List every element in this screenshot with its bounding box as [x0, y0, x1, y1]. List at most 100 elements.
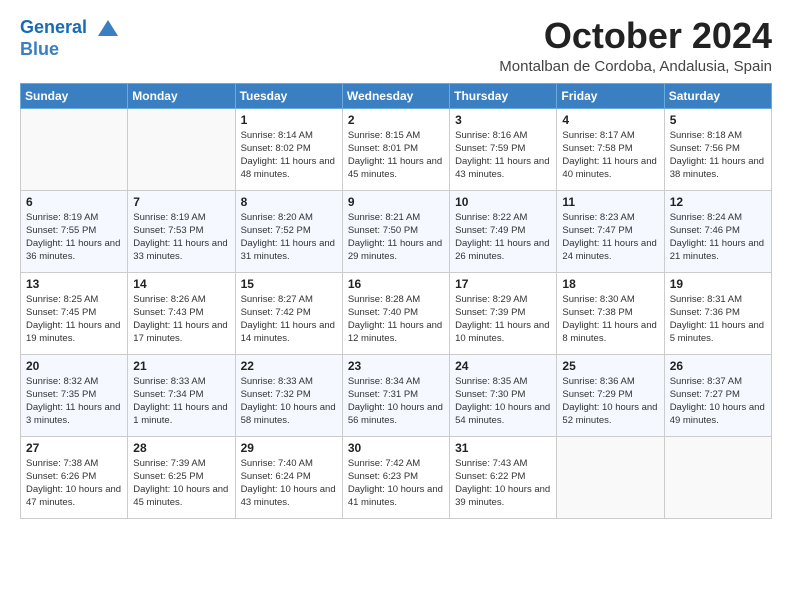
calendar-cell: 12 Sunrise: 8:24 AM Sunset: 7:46 PM Dayli…	[664, 190, 771, 272]
calendar-cell	[128, 108, 235, 190]
day-number: 10	[455, 195, 551, 209]
calendar-cell: 7 Sunrise: 8:19 AM Sunset: 7:53 PM Daylig…	[128, 190, 235, 272]
calendar-cell: 13Sunrise: 8:25 AM Sunset: 7:45 PM Dayli…	[21, 272, 128, 354]
day-info: Sunrise: 8:15 AM Sunset: 8:01 PM Dayligh…	[348, 129, 444, 182]
day-info: Sunrise: 8:17 AM Sunset: 7:58 PM Dayligh…	[562, 129, 658, 182]
calendar-cell: 8 Sunrise: 8:20 AM Sunset: 7:52 PM Daylig…	[235, 190, 342, 272]
calendar-cell: 25 Sunrise: 8:36 AM Sunset: 7:29 PM Dayli…	[557, 354, 664, 436]
day-number: 18	[562, 277, 658, 291]
day-number: 14	[133, 277, 229, 291]
day-number: 9	[348, 195, 444, 209]
day-number: 3	[455, 113, 551, 127]
day-number: 1	[241, 113, 337, 127]
col-header-tuesday: Tuesday	[235, 83, 342, 108]
day-info: Sunrise: 7:40 AM Sunset: 6:24 PM Dayligh…	[241, 457, 337, 510]
calendar-cell	[664, 436, 771, 518]
day-info: Sunrise: 8:24 AM Sunset: 7:46 PM Dayligh…	[670, 211, 766, 264]
calendar-cell: 26 Sunrise: 8:37 AM Sunset: 7:27 PM Dayli…	[664, 354, 771, 436]
day-number: 8	[241, 195, 337, 209]
day-number: 11	[562, 195, 658, 209]
day-number: 21	[133, 359, 229, 373]
day-number: 13	[26, 277, 122, 291]
day-info: Sunrise: 8:34 AM Sunset: 7:31 PM Dayligh…	[348, 375, 444, 428]
day-number: 5	[670, 113, 766, 127]
calendar-cell: 29 Sunrise: 7:40 AM Sunset: 6:24 PM Dayli…	[235, 436, 342, 518]
day-number: 16	[348, 277, 444, 291]
day-info: Sunrise: 8:23 AM Sunset: 7:47 PM Dayligh…	[562, 211, 658, 264]
day-number: 2	[348, 113, 444, 127]
day-number: 20	[26, 359, 122, 373]
day-info: Sunrise: 8:37 AM Sunset: 7:27 PM Dayligh…	[670, 375, 766, 428]
day-info: Sunrise: 8:32 AM Sunset: 7:35 PM Dayligh…	[26, 375, 122, 428]
day-info: Sunrise: 8:26 AM Sunset: 7:43 PM Dayligh…	[133, 293, 229, 346]
day-info: Sunrise: 8:31 AM Sunset: 7:36 PM Dayligh…	[670, 293, 766, 346]
col-header-monday: Monday	[128, 83, 235, 108]
day-info: Sunrise: 8:33 AM Sunset: 7:34 PM Dayligh…	[133, 375, 229, 428]
calendar-cell: 9 Sunrise: 8:21 AM Sunset: 7:50 PM Daylig…	[342, 190, 449, 272]
day-number: 22	[241, 359, 337, 373]
day-info: Sunrise: 8:21 AM Sunset: 7:50 PM Dayligh…	[348, 211, 444, 264]
calendar-cell: 19 Sunrise: 8:31 AM Sunset: 7:36 PM Dayli…	[664, 272, 771, 354]
month-title: October 2024	[499, 16, 772, 56]
day-number: 19	[670, 277, 766, 291]
day-number: 4	[562, 113, 658, 127]
day-info: Sunrise: 8:20 AM Sunset: 7:52 PM Dayligh…	[241, 211, 337, 264]
calendar-cell: 22Sunrise: 8:33 AM Sunset: 7:32 PM Dayli…	[235, 354, 342, 436]
calendar-cell: 5Sunrise: 8:18 AM Sunset: 7:56 PM Daylig…	[664, 108, 771, 190]
day-number: 7	[133, 195, 229, 209]
calendar-cell: 31 Sunrise: 7:43 AM Sunset: 6:22 PM Dayli…	[450, 436, 557, 518]
day-info: Sunrise: 8:30 AM Sunset: 7:38 PM Dayligh…	[562, 293, 658, 346]
calendar-cell: 1 Sunrise: 8:14 AM Sunset: 8:02 PM Daylig…	[235, 108, 342, 190]
calendar-cell: 16 Sunrise: 8:28 AM Sunset: 7:40 PM Dayli…	[342, 272, 449, 354]
day-info: Sunrise: 8:19 AM Sunset: 7:53 PM Dayligh…	[133, 211, 229, 264]
logo-text: General	[20, 16, 118, 40]
col-header-thursday: Thursday	[450, 83, 557, 108]
day-number: 6	[26, 195, 122, 209]
day-info: Sunrise: 8:14 AM Sunset: 8:02 PM Dayligh…	[241, 129, 337, 182]
calendar-cell	[21, 108, 128, 190]
calendar-cell: 23Sunrise: 8:34 AM Sunset: 7:31 PM Dayli…	[342, 354, 449, 436]
col-header-sunday: Sunday	[21, 83, 128, 108]
calendar-cell: 11 Sunrise: 8:23 AM Sunset: 7:47 PM Dayli…	[557, 190, 664, 272]
calendar-table: SundayMondayTuesdayWednesdayThursdayFrid…	[20, 83, 772, 519]
day-info: Sunrise: 7:42 AM Sunset: 6:23 PM Dayligh…	[348, 457, 444, 510]
calendar-cell: 6 Sunrise: 8:19 AM Sunset: 7:55 PM Daylig…	[21, 190, 128, 272]
day-info: Sunrise: 8:28 AM Sunset: 7:40 PM Dayligh…	[348, 293, 444, 346]
calendar-cell: 21 Sunrise: 8:33 AM Sunset: 7:34 PM Dayli…	[128, 354, 235, 436]
calendar-cell: 17Sunrise: 8:29 AM Sunset: 7:39 PM Dayli…	[450, 272, 557, 354]
col-header-friday: Friday	[557, 83, 664, 108]
day-info: Sunrise: 8:22 AM Sunset: 7:49 PM Dayligh…	[455, 211, 551, 264]
col-header-wednesday: Wednesday	[342, 83, 449, 108]
calendar-cell: 2 Sunrise: 8:15 AM Sunset: 8:01 PM Daylig…	[342, 108, 449, 190]
day-info: Sunrise: 7:39 AM Sunset: 6:25 PM Dayligh…	[133, 457, 229, 510]
logo-icon	[94, 16, 118, 40]
location-title: Montalban de Cordoba, Andalusia, Spain	[499, 58, 772, 75]
calendar-cell: 14 Sunrise: 8:26 AM Sunset: 7:43 PM Dayli…	[128, 272, 235, 354]
day-info: Sunrise: 8:36 AM Sunset: 7:29 PM Dayligh…	[562, 375, 658, 428]
calendar-cell: 30Sunrise: 7:42 AM Sunset: 6:23 PM Dayli…	[342, 436, 449, 518]
calendar-cell: 3 Sunrise: 8:16 AM Sunset: 7:59 PM Daylig…	[450, 108, 557, 190]
day-info: Sunrise: 8:35 AM Sunset: 7:30 PM Dayligh…	[455, 375, 551, 428]
calendar-cell: 10 Sunrise: 8:22 AM Sunset: 7:49 PM Dayli…	[450, 190, 557, 272]
day-number: 12	[670, 195, 766, 209]
day-info: Sunrise: 8:19 AM Sunset: 7:55 PM Dayligh…	[26, 211, 122, 264]
day-number: 31	[455, 441, 551, 455]
logo: General Blue	[20, 16, 118, 60]
day-number: 25	[562, 359, 658, 373]
calendar-cell: 28Sunrise: 7:39 AM Sunset: 6:25 PM Dayli…	[128, 436, 235, 518]
day-info: Sunrise: 8:16 AM Sunset: 7:59 PM Dayligh…	[455, 129, 551, 182]
logo-blue: Blue	[20, 40, 118, 60]
day-info: Sunrise: 8:29 AM Sunset: 7:39 PM Dayligh…	[455, 293, 551, 346]
day-number: 27	[26, 441, 122, 455]
day-number: 26	[670, 359, 766, 373]
col-header-saturday: Saturday	[664, 83, 771, 108]
calendar-cell: 27 Sunrise: 7:38 AM Sunset: 6:26 PM Dayli…	[21, 436, 128, 518]
calendar-cell: 24Sunrise: 8:35 AM Sunset: 7:30 PM Dayli…	[450, 354, 557, 436]
day-number: 29	[241, 441, 337, 455]
day-number: 15	[241, 277, 337, 291]
day-info: Sunrise: 8:27 AM Sunset: 7:42 PM Dayligh…	[241, 293, 337, 346]
title-block: October 2024 Montalban de Cordoba, Andal…	[499, 16, 772, 75]
day-info: Sunrise: 7:38 AM Sunset: 6:26 PM Dayligh…	[26, 457, 122, 510]
day-info: Sunrise: 7:43 AM Sunset: 6:22 PM Dayligh…	[455, 457, 551, 510]
calendar-cell: 18 Sunrise: 8:30 AM Sunset: 7:38 PM Dayli…	[557, 272, 664, 354]
